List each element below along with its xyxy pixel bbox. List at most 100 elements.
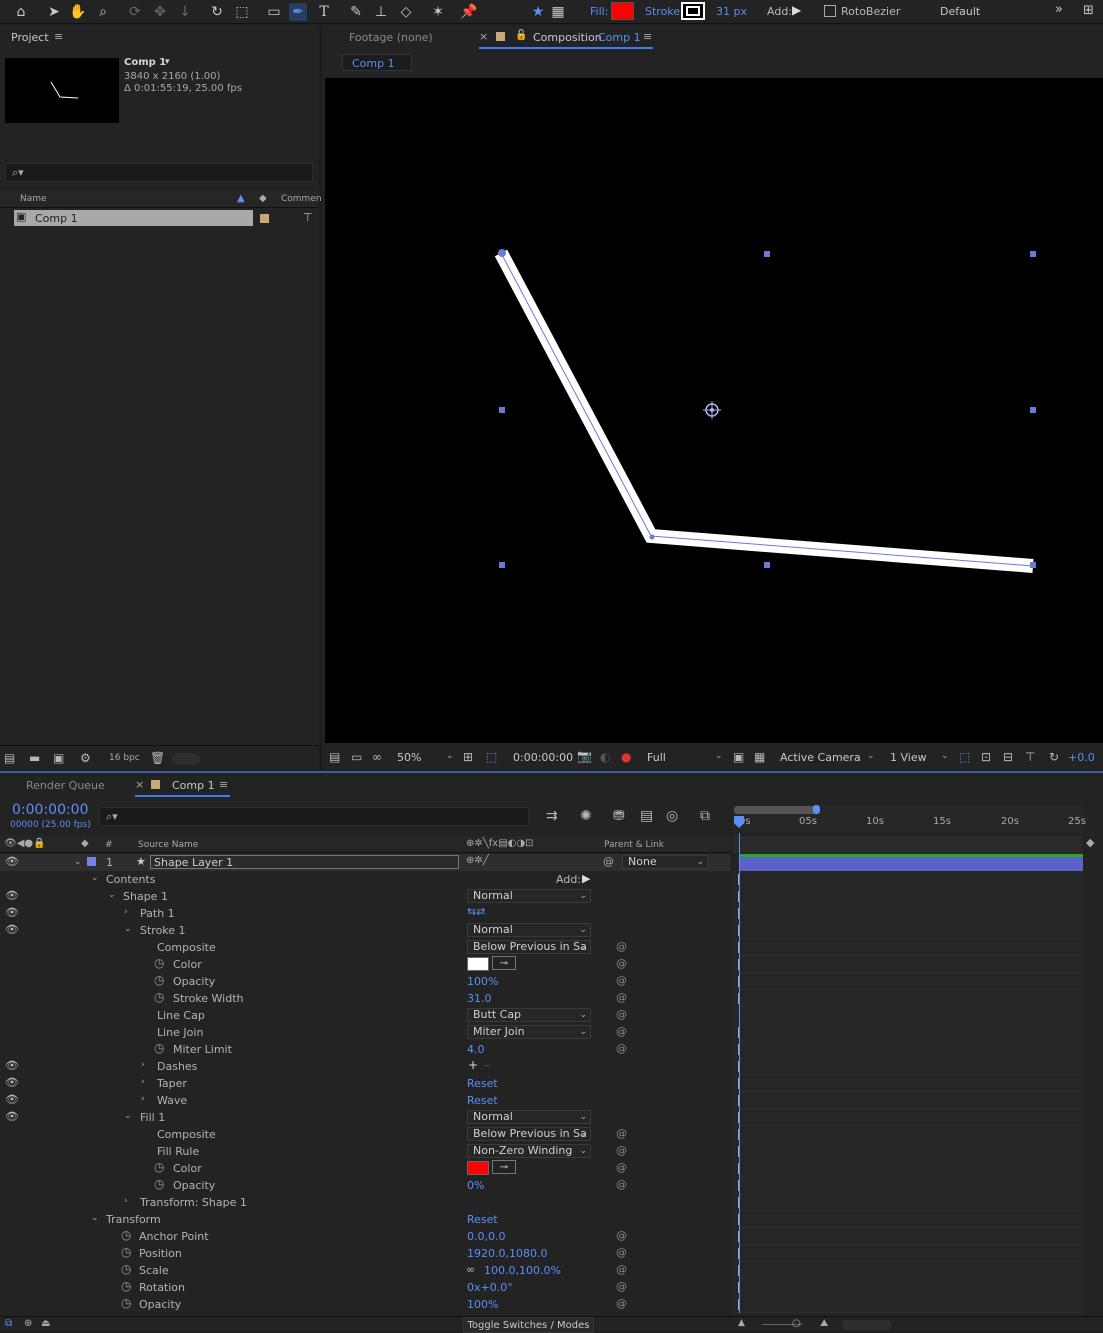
- taper-row[interactable]: 👁 › Taper Reset: [0, 1075, 730, 1092]
- anchor-point-icon[interactable]: [703, 401, 721, 419]
- close-tab-icon[interactable]: ×: [479, 30, 488, 43]
- eraser-tool-icon[interactable]: ◇: [397, 3, 415, 21]
- work-area-end-handle[interactable]: [813, 805, 820, 814]
- fill-opacity-stopwatch-icon[interactable]: ◷: [154, 1177, 164, 1191]
- stroke-width-value[interactable]: 31 px: [716, 5, 747, 18]
- draft-3d-icon[interactable]: ✺: [580, 809, 592, 823]
- shape1-blend-dropdown[interactable]: Normal ⌄: [467, 889, 591, 903]
- transfer-controls-icon[interactable]: ⊕: [24, 1318, 32, 1329]
- transform-opacity-pickwhip-icon[interactable]: @: [616, 1297, 627, 1310]
- stroke-width-stopwatch-icon[interactable]: ◷: [154, 990, 164, 1004]
- grid-guides-icon[interactable]: ⊞: [463, 750, 473, 764]
- bbox-handle-bottom[interactable]: [764, 562, 770, 568]
- project-search-input[interactable]: ⌕▾: [5, 163, 313, 182]
- rotobezier-checkbox[interactable]: [824, 5, 836, 17]
- trash-icon[interactable]: 🗑: [150, 751, 165, 765]
- property-track[interactable]: [733, 1143, 1083, 1160]
- stroke-width-pickwhip-icon[interactable]: @: [616, 991, 627, 1004]
- workspace-name[interactable]: Default: [940, 5, 980, 18]
- property-track[interactable]: [733, 939, 1083, 956]
- reset-exposure-icon[interactable]: ↻: [1049, 750, 1059, 764]
- property-track[interactable]: [733, 990, 1083, 1007]
- line-join-pickwhip-icon[interactable]: @: [616, 1025, 627, 1038]
- property-track[interactable]: [733, 956, 1083, 973]
- shape1-chevron[interactable]: ⌄: [108, 890, 116, 900]
- monitor-icon[interactable]: ▭: [351, 750, 362, 764]
- snapshot-camera-icon[interactable]: 📷: [577, 749, 592, 763]
- add-menu-icon[interactable]: ▶: [792, 3, 801, 17]
- property-track[interactable]: [733, 1279, 1083, 1296]
- stroke1-row[interactable]: 👁 ⌄ Stroke 1 Normal ⌄: [0, 922, 730, 939]
- roto-brush-icon[interactable]: ✶: [429, 3, 447, 21]
- thumbnail-slider[interactable]: [172, 753, 200, 765]
- camera-dropdown[interactable]: Active Camera: [780, 751, 861, 764]
- shy-layers-icon[interactable]: ⛃: [613, 809, 625, 823]
- fill-color-row[interactable]: ◷ Color ⊸ @: [0, 1160, 730, 1177]
- label-column-icon[interactable]: ◆: [259, 193, 267, 204]
- anchor-pickwhip-icon[interactable]: @: [616, 1229, 627, 1242]
- layer-switches[interactable]: ⊕✲╱: [466, 855, 489, 866]
- stroke-composite-dropdown[interactable]: Below Previous in Sa ⌄: [467, 940, 591, 954]
- puppet-pin-icon[interactable]: 📌: [460, 3, 478, 21]
- anchor-point-row[interactable]: ◷ Anchor Point 0.0,0.0 @: [0, 1228, 730, 1245]
- shape1-row[interactable]: 👁 ⌄ Shape 1 Normal ⌄: [0, 888, 730, 905]
- bbox-handle-left[interactable]: [499, 407, 505, 413]
- scale-value[interactable]: 100.0,100.0%: [484, 1264, 561, 1277]
- zoom-out-icon[interactable]: ▲: [738, 1318, 745, 1328]
- zoom-in-icon[interactable]: ⛰: [820, 1318, 828, 1329]
- property-track[interactable]: [733, 1092, 1083, 1109]
- rotation-stopwatch-icon[interactable]: ◷: [121, 1279, 131, 1293]
- path-vertex-start[interactable]: [498, 249, 506, 257]
- brush-tool-icon[interactable]: ✎: [347, 3, 365, 21]
- property-track[interactable]: [733, 1109, 1083, 1126]
- stroke1-eye-icon[interactable]: 👁: [5, 923, 19, 936]
- bbox-handle-bottom-left[interactable]: [499, 562, 505, 568]
- miter-limit-value[interactable]: 4.0: [467, 1043, 485, 1056]
- new-folder-icon[interactable]: ▬: [29, 751, 40, 765]
- fill-color-pickwhip-icon[interactable]: @: [616, 1161, 627, 1174]
- stroke-opacity-stopwatch-icon[interactable]: ◷: [154, 973, 164, 987]
- panel-menu-icon[interactable]: ≡: [54, 30, 63, 43]
- star-icon[interactable]: ★: [529, 3, 547, 21]
- path1-chevron[interactable]: ›: [124, 907, 128, 917]
- fill1-chevron[interactable]: ⌄: [124, 1111, 132, 1121]
- bbox-handle-right[interactable]: [1030, 407, 1036, 413]
- stroke-opacity-value[interactable]: 100%: [467, 975, 498, 988]
- fill-color-eyedropper-icon[interactable]: ⊸: [492, 1160, 516, 1174]
- add-dash-icon[interactable]: +: [468, 1058, 478, 1072]
- path-vertex-mid[interactable]: [649, 534, 655, 540]
- property-track[interactable]: [733, 1211, 1083, 1228]
- resolution-dropdown[interactable]: Full: [647, 751, 666, 764]
- selection-tool-icon[interactable]: ➤: [45, 3, 63, 21]
- stroke-opacity-row[interactable]: ◷ Opacity 100% @: [0, 973, 730, 990]
- composition-tab-name[interactable]: Comp 1: [598, 31, 641, 44]
- scale-row[interactable]: ◷ Scale ∞ 100.0,100.0% @: [0, 1262, 730, 1279]
- new-composition-icon[interactable]: ▣: [53, 751, 64, 765]
- dashes-row[interactable]: 👁 › Dashes + –: [0, 1058, 730, 1075]
- transform-shape-row[interactable]: › Transform: Shape 1: [0, 1194, 730, 1211]
- wave-reset-link[interactable]: Reset: [467, 1094, 498, 1107]
- footage-tab[interactable]: Footage (none): [349, 31, 433, 44]
- transform-opacity-value[interactable]: 100%: [467, 1298, 498, 1311]
- dashes-eye-icon[interactable]: 👁: [5, 1059, 19, 1072]
- pick-whip-icon[interactable]: @: [603, 855, 614, 868]
- pan-tool-icon[interactable]: ✥: [151, 3, 169, 21]
- channels-icon[interactable]: ●: [621, 750, 631, 764]
- layer-name-field[interactable]: Shape Layer 1: [150, 855, 459, 869]
- time-ruler[interactable]: 0s 05s 10s 15s 20s 25s: [733, 805, 1086, 833]
- rotation-value[interactable]: 0x+0.0°: [467, 1281, 513, 1294]
- always-preview-icon[interactable]: ▤: [329, 750, 340, 764]
- source-name-header[interactable]: Source Name: [138, 840, 198, 850]
- lock-icon[interactable]: 🔓: [515, 30, 527, 41]
- flowchart-icon[interactable]: ⊤: [303, 211, 313, 224]
- fill-rule-row[interactable]: Fill Rule Non-Zero Winding ⌄ @: [0, 1143, 730, 1160]
- horizontal-scrollbar[interactable]: [842, 1320, 892, 1330]
- layer-row[interactable]: 👁 ⌄ 1 ★ Shape Layer 1 ⊕✲╱ @ None ⌄: [0, 854, 730, 871]
- views-dropdown[interactable]: 1 View: [890, 751, 927, 764]
- contents-chevron[interactable]: ⌄: [91, 873, 99, 883]
- clone-stamp-icon[interactable]: ⊥: [372, 3, 390, 21]
- comp-breadcrumb[interactable]: Comp 1: [342, 54, 412, 71]
- render-time-icon[interactable]: ⏏: [41, 1318, 50, 1329]
- property-track[interactable]: [733, 1296, 1083, 1313]
- interpret-footage-icon[interactable]: ▤: [4, 751, 15, 765]
